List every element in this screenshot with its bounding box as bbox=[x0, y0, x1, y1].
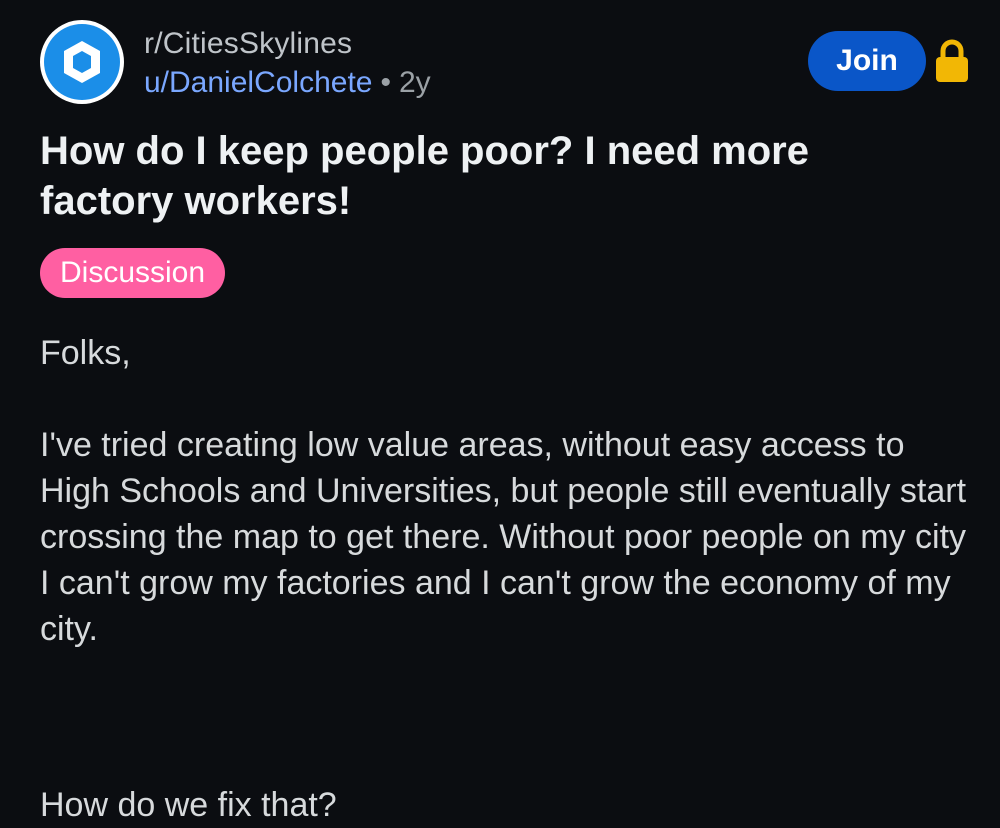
flair-badge[interactable]: Discussion bbox=[40, 248, 226, 298]
post-age: 2y bbox=[399, 66, 431, 99]
byline: u/DanielColchete • 2y bbox=[144, 64, 431, 102]
post-title[interactable]: How do I keep people poor? I need more f… bbox=[40, 126, 940, 226]
post-header: r/CitiesSkylines u/DanielColchete • 2y Joi… bbox=[40, 20, 970, 120]
post-body: Folks, I've tried creating low value are… bbox=[40, 330, 970, 828]
username-link[interactable]: u/DanielColchete bbox=[144, 66, 372, 99]
body-paragraph: I've tried creating low value areas, wit… bbox=[40, 426, 967, 648]
body-paragraph: Folks, bbox=[40, 334, 131, 372]
subreddit-avatar[interactable] bbox=[40, 20, 124, 104]
body-paragraph: How do we fix that? bbox=[40, 786, 337, 824]
join-button[interactable]: Join bbox=[808, 31, 926, 91]
subreddit-logo-icon bbox=[44, 24, 120, 100]
lock-icon bbox=[936, 39, 968, 82]
subreddit-name[interactable]: r/CitiesSkylines bbox=[144, 26, 431, 62]
post-meta: r/CitiesSkylines u/DanielColchete • 2y bbox=[144, 26, 431, 102]
byline-separator: • bbox=[380, 66, 391, 99]
